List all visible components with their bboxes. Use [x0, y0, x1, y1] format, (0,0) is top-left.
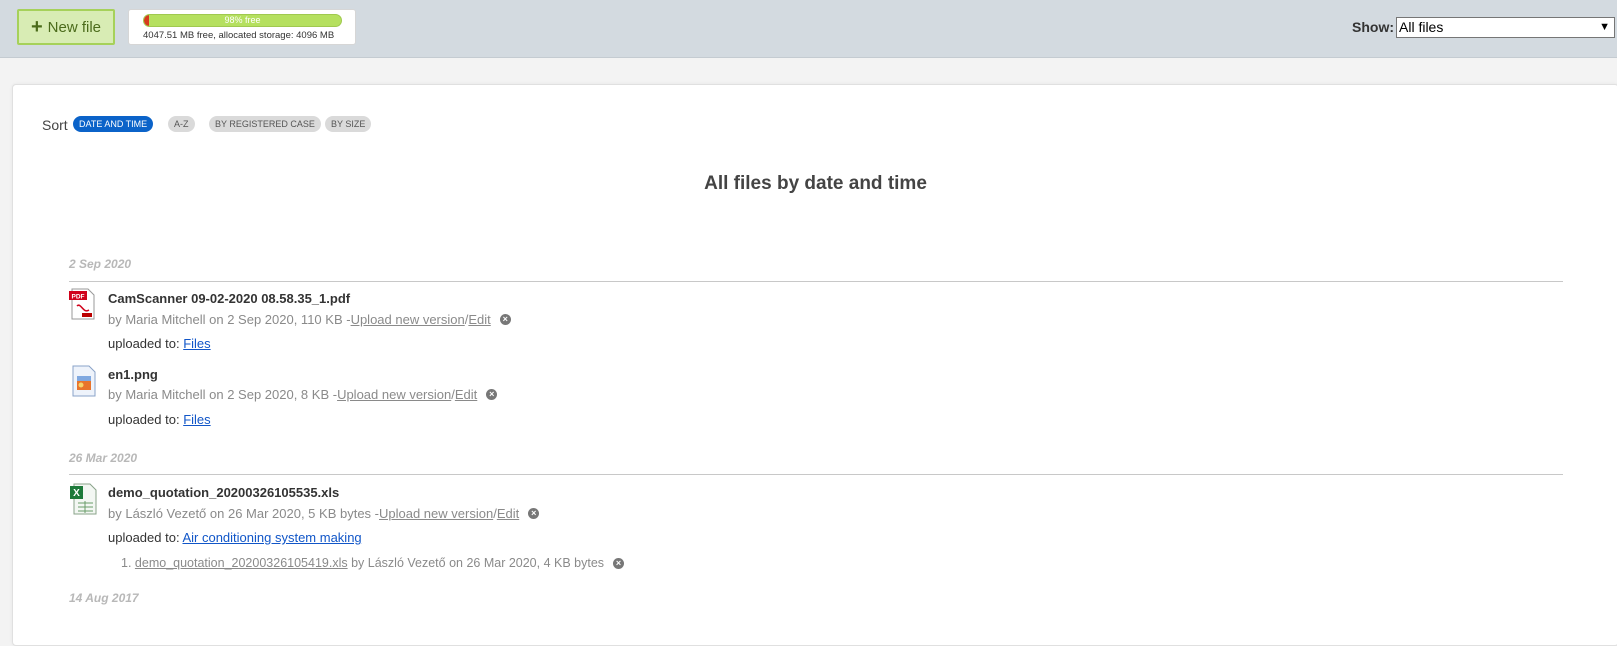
file-name[interactable]: en1.png [108, 367, 158, 382]
plus-icon: + [30, 16, 43, 38]
file-name[interactable]: CamScanner 09-02-2020 08.58.35_1.pdf [108, 291, 350, 306]
show-filter-select[interactable]: All files ▼ [1396, 17, 1615, 38]
excel-icon[interactable]: X [69, 483, 97, 515]
delete-icon[interactable]: × [528, 508, 540, 519]
storage-progress-bar: 98% free [143, 14, 342, 27]
new-file-label: New file [47, 18, 102, 36]
version-file-link[interactable]: demo_quotation_20200326105419.xls [135, 556, 348, 570]
uploaded-to-link[interactable]: Air conditioning system making [182, 530, 361, 545]
file-meta: by Maria Mitchell on 2 Sep 2020, 110 KB … [108, 312, 511, 327]
uploaded-to-label: uploaded to: [108, 336, 184, 351]
version-row: 1. demo_quotation_20200326105419.xls by … [121, 556, 625, 570]
upload-new-version-link[interactable]: Upload new version [379, 506, 493, 521]
image-icon[interactable] [69, 365, 97, 397]
sort-label: Sort [42, 117, 68, 133]
uploaded-to-link[interactable]: Files [183, 412, 210, 427]
files-panel: Sort DATE AND TIME A-Z BY REGISTERED CAS… [12, 84, 1617, 646]
show-filter-label: Show: [1352, 19, 1394, 35]
sort-a-z[interactable]: A-Z [168, 116, 195, 132]
file-meta-text: by Maria Mitchell on 2 Sep 2020, 110 KB … [108, 312, 351, 327]
version-number: 1. [121, 556, 132, 570]
sort-by-size[interactable]: BY SIZE [325, 116, 372, 132]
new-file-button[interactable]: + New file [17, 9, 115, 45]
date-divider [69, 281, 1563, 282]
delete-icon[interactable]: × [499, 314, 511, 325]
list-title: All files by date and time [704, 173, 927, 194]
dropdown-arrow-icon: ▼ [1599, 21, 1610, 33]
storage-free-label: 98% free [224, 15, 261, 25]
uploaded-to-label: uploaded to: [108, 530, 183, 545]
version-meta: by László Vezető on 26 Mar 2020, 4 KB by… [351, 556, 605, 570]
date-group-header: 2 Sep 2020 [69, 257, 132, 271]
uploaded-to: uploaded to: Files [108, 336, 211, 351]
uploaded-to-label: uploaded to: [108, 412, 184, 427]
uploaded-to-link[interactable]: Files [183, 336, 210, 351]
svg-text:PDF: PDF [72, 294, 85, 301]
file-meta: by Maria Mitchell on 2 Sep 2020, 8 KB - … [108, 387, 498, 402]
upload-new-version-link[interactable]: Upload new version [351, 312, 465, 327]
file-meta: by László Vezető on 26 Mar 2020, 5 KB by… [108, 506, 540, 521]
storage-indicator: 98% free 4047.51 MB free, allocated stor… [128, 9, 356, 45]
uploaded-to: uploaded to: Air conditioning system mak… [108, 530, 362, 545]
uploaded-to: uploaded to: Files [108, 412, 211, 427]
delete-icon[interactable]: × [486, 389, 498, 400]
file-name[interactable]: demo_quotation_20200326105535.xls [108, 485, 339, 500]
date-group-header: 26 Mar 2020 [69, 451, 138, 465]
upload-new-version-link[interactable]: Upload new version [337, 387, 451, 402]
edit-link[interactable]: Edit [455, 387, 477, 402]
sort-by-registered-case[interactable]: BY REGISTERED CASE [209, 116, 321, 132]
file-meta-text: by Maria Mitchell on 2 Sep 2020, 8 KB - [108, 387, 338, 402]
top-toolbar: + New file 98% free 4047.51 MB free, all… [0, 0, 1617, 58]
storage-detail: 4047.51 MB free, allocated storage: 4096… [143, 30, 335, 41]
date-group-header: 14 Aug 2017 [69, 591, 139, 605]
edit-link[interactable]: Edit [497, 506, 519, 521]
edit-link[interactable]: Edit [468, 312, 490, 327]
pdf-icon[interactable]: PDF [69, 288, 97, 320]
sort-date-and-time[interactable]: DATE AND TIME [73, 116, 154, 132]
delete-icon[interactable]: × [613, 557, 625, 569]
file-meta-text: by László Vezető on 26 Mar 2020, 5 KB by… [108, 506, 379, 521]
show-filter-value: All files [1399, 19, 1444, 35]
date-divider [69, 474, 1563, 475]
svg-text:X: X [73, 488, 80, 499]
